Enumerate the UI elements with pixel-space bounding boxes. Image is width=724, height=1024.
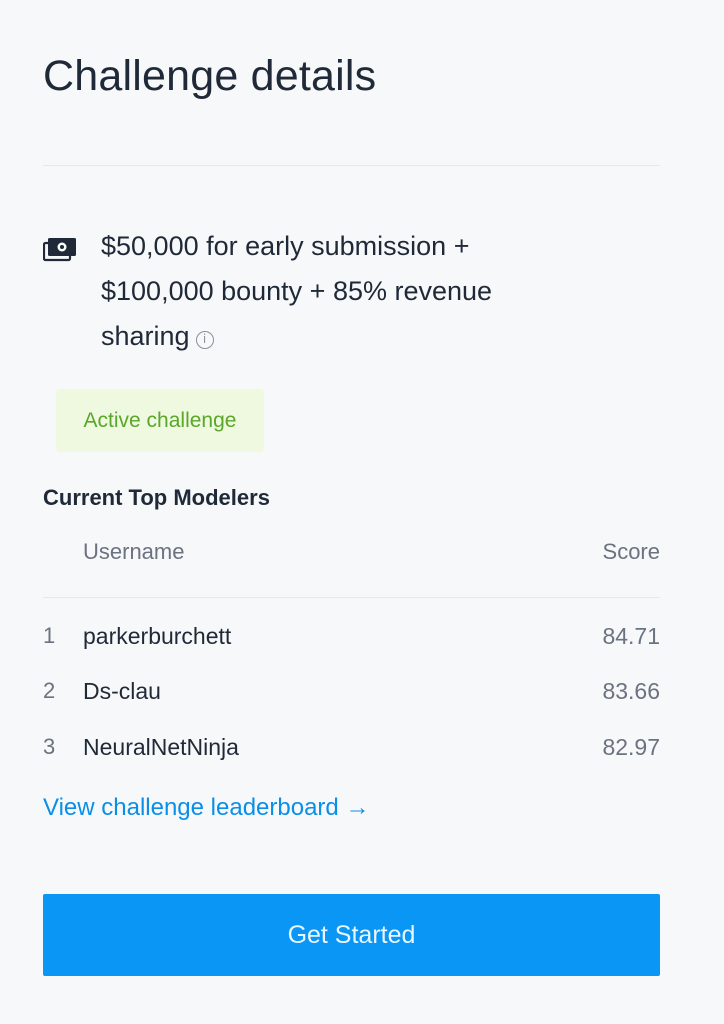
score-column-header: Score <box>602 539 660 564</box>
username-cell: Ds-clau <box>83 678 161 704</box>
view-leaderboard-link[interactable]: View challenge leaderboard → <box>43 794 369 822</box>
score-cell: 82.97 <box>602 734 660 760</box>
rank-cell: 2 <box>43 678 56 703</box>
money-icon <box>43 238 76 262</box>
header-divider <box>43 165 660 166</box>
table-row: 3 NeuralNetNinja 82.97 <box>43 726 660 766</box>
username-cell: NeuralNetNinja <box>83 734 239 760</box>
rank-cell: 3 <box>43 734 56 759</box>
status-badge: Active challenge <box>56 389 264 452</box>
username-column-header: Username <box>83 539 185 564</box>
get-started-button[interactable]: Get Started <box>43 894 660 976</box>
score-cell: 83.66 <box>602 678 660 704</box>
prize-description: $50,000 for early submission + $100,000 … <box>101 224 581 359</box>
rank-cell: 1 <box>43 623 56 648</box>
info-icon[interactable]: i <box>195 331 214 349</box>
username-cell: parkerburchett <box>83 623 232 649</box>
page-title: Challenge details <box>43 52 377 100</box>
score-cell: 84.71 <box>602 623 660 649</box>
table-divider <box>43 597 660 598</box>
top-modelers-heading: Current Top Modelers <box>43 485 270 510</box>
table-row: 1 parkerburchett 84.71 <box>43 615 660 655</box>
challenge-details-card: Challenge details $50,000 for early subm… <box>0 0 724 1024</box>
prize-text: $50,000 for early submission + $100,000 … <box>101 231 493 351</box>
table-row: 2 Ds-clau 83.66 <box>43 670 660 710</box>
